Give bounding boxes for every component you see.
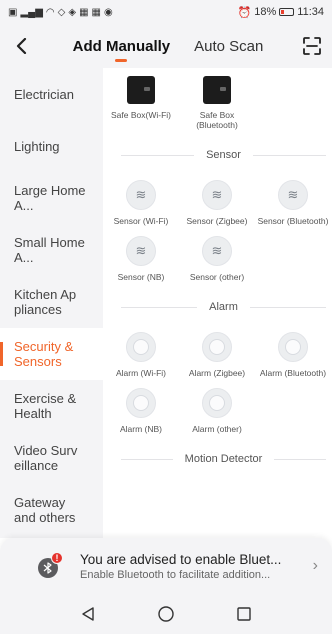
wifi-icon: ◠: [45, 6, 55, 18]
alarm-icon: [202, 388, 232, 418]
device-label: Sensor (NB): [117, 272, 165, 282]
sidebar-item-large-home[interactable]: Large Home A...: [0, 172, 103, 224]
safe-box-icon: [127, 76, 155, 104]
sidebar-item-security[interactable]: Security & Sensors: [0, 328, 103, 380]
status-bar: ▣ ▂▄▆ ◠ ◇ ◈ ▦ ▦ ◉ ⏰ 18% 11:34: [0, 0, 332, 24]
banner-title: You are advised to enable Bluet...: [80, 551, 282, 567]
section-title-alarm: Alarm: [103, 296, 332, 318]
sidebar-item-lighting[interactable]: Lighting: [0, 120, 103, 172]
device-row: Safe Box(Wi-Fi) Safe Box (Bluetooth): [103, 68, 332, 130]
back-button[interactable]: [0, 24, 44, 68]
device-row: ≋ Sensor (NB) ≋ Sensor (other): [103, 236, 332, 282]
device-list: Safe Box(Wi-Fi) Safe Box (Bluetooth) Sen…: [103, 68, 332, 538]
device-alarm-bluetooth[interactable]: Alarm (Bluetooth): [255, 332, 331, 378]
safe-box-icon: [203, 76, 231, 104]
scan-button[interactable]: [292, 24, 332, 68]
device-safe-box-wifi[interactable]: Safe Box(Wi-Fi): [103, 76, 179, 130]
sidebar-item-electrician[interactable]: Electrician: [0, 68, 103, 120]
clock: 11:34: [297, 6, 324, 18]
device-label: Safe Box (Bluetooth): [196, 110, 238, 130]
signal-icon: ▂▄▆: [20, 6, 43, 18]
banner-subtitle: Enable Bluetooth to facilitate addition.…: [80, 568, 271, 581]
device-safe-box-bluetooth[interactable]: Safe Box (Bluetooth): [179, 76, 255, 130]
section-title-motion: Motion Detector: [103, 448, 332, 470]
alarm-clock-icon: ⏰: [237, 6, 252, 19]
alarm-icon: [126, 388, 156, 418]
nfc-icon: ◈: [68, 6, 77, 18]
alarm-icon: [126, 332, 156, 362]
sidebar-item-gateway[interactable]: Gateway and others: [0, 484, 103, 536]
app-icon: ▦: [91, 6, 101, 18]
device-row: Alarm (Wi-Fi) Alarm (Zigbee) Alarm (Blue…: [103, 332, 332, 378]
device-alarm-wifi[interactable]: Alarm (Wi-Fi): [103, 332, 179, 378]
device-row: ≋ Sensor (Wi-Fi) ≋ Sensor (Zigbee) ≋ Sen…: [103, 180, 332, 226]
nav-recents-button[interactable]: [233, 603, 255, 625]
section-title-sensor: Sensor: [103, 144, 332, 166]
circle-home-icon: [158, 606, 174, 622]
device-sensor-bluetooth[interactable]: ≋ Sensor (Bluetooth): [255, 180, 331, 226]
scan-icon: [303, 37, 321, 55]
sidebar-item-kitchen[interactable]: Kitchen Ap pliances: [0, 276, 103, 328]
sensor-icon: ≋: [126, 180, 156, 210]
device-sensor-nb[interactable]: ≋ Sensor (NB): [103, 236, 179, 282]
device-label: Sensor (Bluetooth): [257, 216, 329, 226]
warning-badge: !: [51, 552, 63, 564]
bluetooth-banner[interactable]: ! You are advised to enable Bluet... Ena…: [0, 538, 332, 594]
top-bar: Add Manually Auto Scan: [0, 24, 332, 68]
device-alarm-nb[interactable]: Alarm (NB): [103, 388, 179, 434]
category-sidebar: Electrician Lighting Large Home A... Sma…: [0, 68, 103, 538]
alarm-icon: [202, 332, 232, 362]
device-sensor-other[interactable]: ≋ Sensor (other): [179, 236, 255, 282]
sensor-icon: ≋: [202, 236, 232, 266]
tab-bar: Add Manually Auto Scan: [44, 24, 292, 68]
battery-icon: [279, 8, 295, 16]
hd-icon: ▣: [8, 6, 18, 18]
camera-icon: ◉: [103, 6, 113, 18]
status-right: ⏰ 18% 11:34: [238, 6, 324, 19]
status-icons: ▣ ▂▄▆ ◠ ◇ ◈ ▦ ▦ ◉: [8, 7, 113, 18]
device-sensor-zigbee[interactable]: ≋ Sensor (Zigbee): [179, 180, 255, 226]
nav-back-button[interactable]: [77, 603, 99, 625]
device-label: Alarm (NB): [119, 424, 163, 434]
device-label: Sensor (other): [189, 272, 245, 282]
device-label: Sensor (Zigbee): [186, 216, 248, 226]
system-nav-bar: [0, 594, 332, 634]
device-alarm-other[interactable]: Alarm (other): [179, 388, 255, 434]
device-alarm-zigbee[interactable]: Alarm (Zigbee): [179, 332, 255, 378]
banner-text: You are advised to enable Bluet... Enabl…: [80, 552, 300, 581]
device-label: Sensor (Wi-Fi): [113, 216, 169, 226]
alarm-icon: [278, 332, 308, 362]
back-arrow-icon: [16, 38, 27, 54]
sensor-icon: ≋: [202, 180, 232, 210]
device-label: Safe Box(Wi-Fi): [111, 110, 171, 120]
device-row: Alarm (NB) Alarm (other): [103, 388, 332, 434]
device-label: Alarm (Zigbee): [188, 368, 246, 378]
device-label: Alarm (Bluetooth): [259, 368, 327, 378]
chevron-right-icon: ›: [312, 557, 318, 574]
device-label: Alarm (other): [192, 424, 242, 434]
tab-add-manually[interactable]: Add Manually: [73, 24, 170, 68]
app-icon: ▦: [79, 6, 89, 18]
triangle-back-icon: [82, 607, 94, 621]
device-sensor-wifi[interactable]: ≋ Sensor (Wi-Fi): [103, 180, 179, 226]
tab-auto-scan[interactable]: Auto Scan: [194, 24, 263, 68]
sidebar-item-small-home[interactable]: Small Home A...: [0, 224, 103, 276]
app-screen: ▣ ▂▄▆ ◠ ◇ ◈ ▦ ▦ ◉ ⏰ 18% 11:34 Add Manual…: [0, 0, 332, 634]
device-label: Alarm (Wi-Fi): [115, 368, 167, 378]
vpn-icon: ◇: [57, 6, 66, 18]
sensor-icon: ≋: [126, 236, 156, 266]
square-recents-icon: [237, 607, 251, 621]
nav-home-button[interactable]: [155, 603, 177, 625]
sidebar-item-video[interactable]: Video Surv eillance: [0, 432, 103, 484]
sidebar-item-exercise[interactable]: Exercise & Health: [0, 380, 103, 432]
sensor-icon: ≋: [278, 180, 308, 210]
battery-percent: 18%: [254, 6, 277, 18]
